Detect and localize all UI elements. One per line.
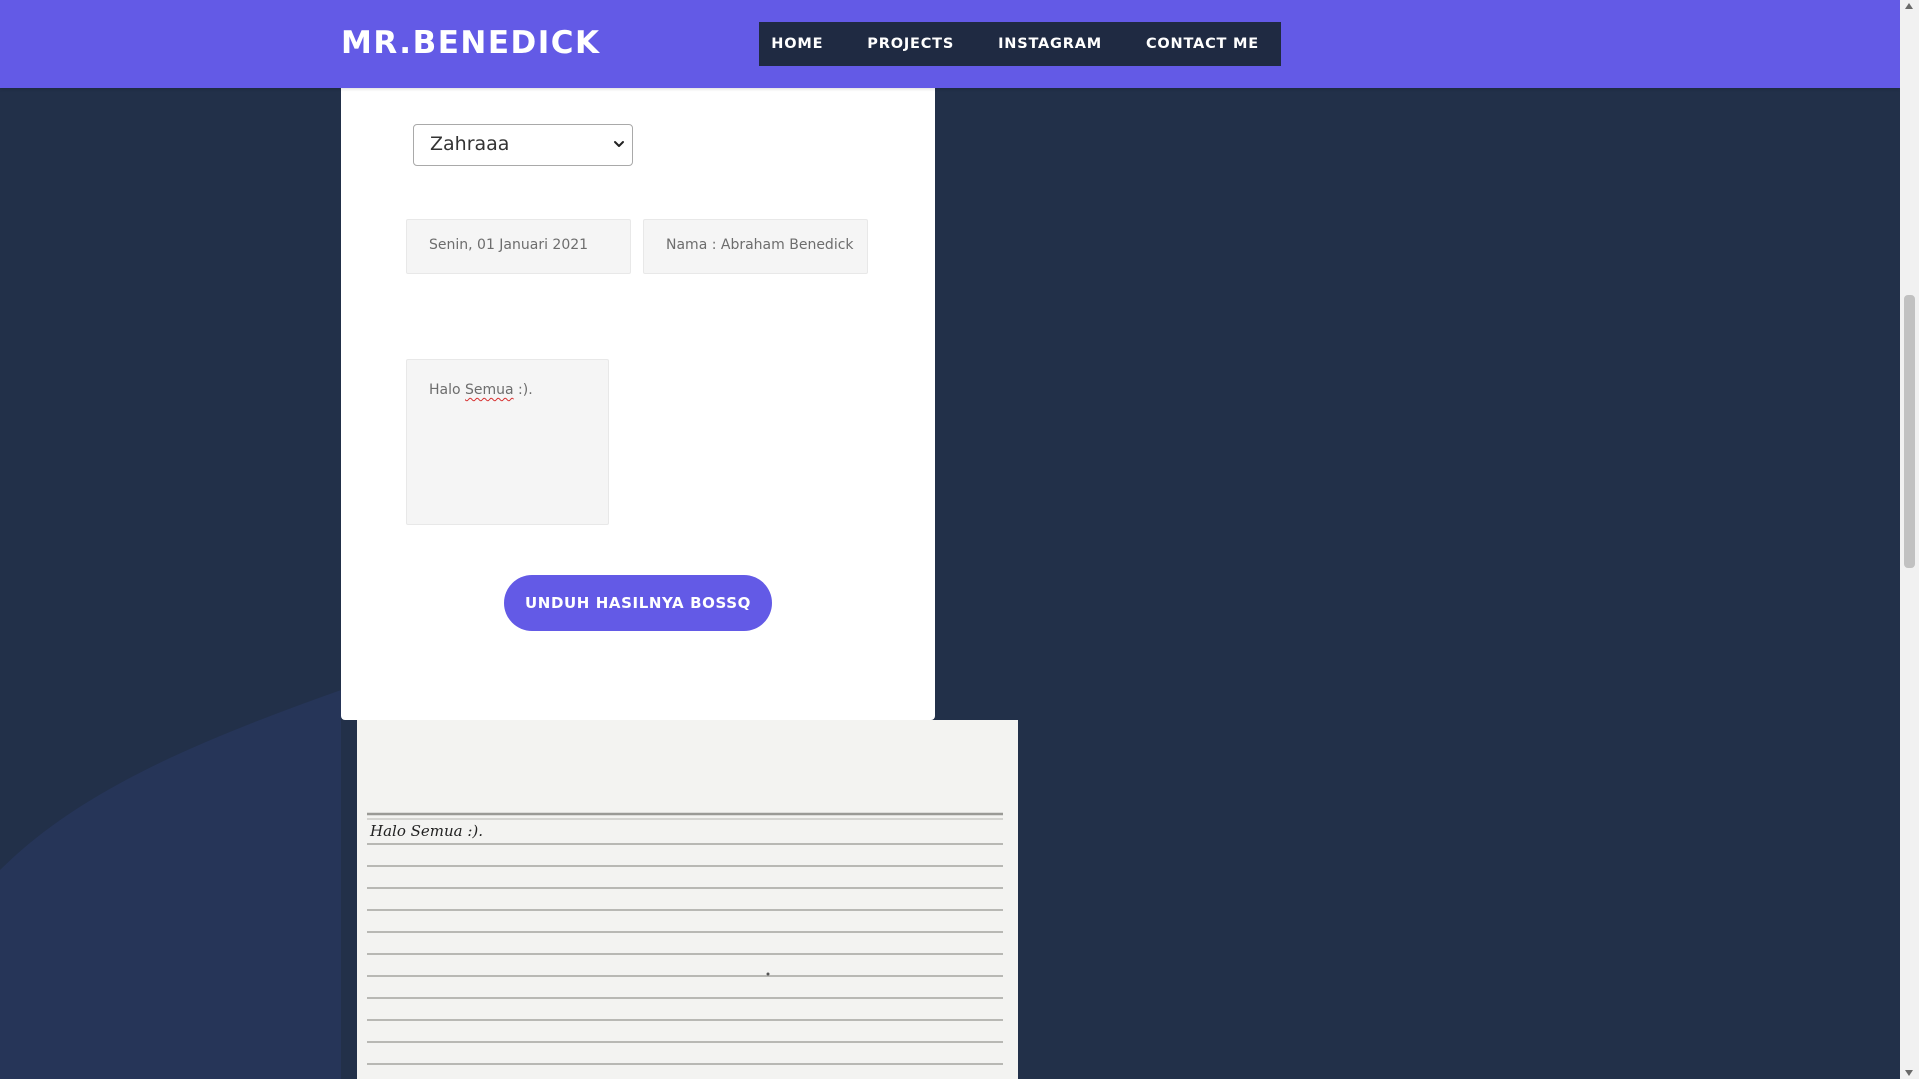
scrollbar-thumb[interactable] bbox=[1904, 295, 1915, 568]
ruled-paper-lines bbox=[357, 720, 1018, 1079]
nav-link-projects[interactable]: PROJECTS bbox=[867, 36, 954, 52]
brand-logo[interactable]: MR.BENEDICK bbox=[341, 23, 601, 63]
nav-menu: HOME PROJECTS INSTAGRAM CONTACT ME bbox=[759, 22, 1281, 66]
spellcheck-word: Semua bbox=[465, 382, 514, 398]
handwriting-preview: Halo Semua :). bbox=[357, 720, 1018, 1079]
scroll-down-arrow-icon[interactable] bbox=[1905, 1070, 1913, 1076]
handwritten-text: Halo Semua :). bbox=[370, 822, 484, 840]
page-scrollbar[interactable] bbox=[1900, 0, 1919, 1079]
message-textarea[interactable]: Halo Semua :). bbox=[406, 359, 609, 525]
font-select[interactable]: Zahraaa bbox=[413, 124, 633, 166]
nav-link-instagram[interactable]: INSTAGRAM bbox=[998, 36, 1102, 52]
download-button[interactable]: UNDUH HASILNYA BOSSQ bbox=[504, 575, 772, 631]
date-input[interactable]: Senin, 01 Januari 2021 bbox=[406, 219, 631, 274]
navbar: MR.BENEDICK HOME PROJECTS INSTAGRAM CONT… bbox=[0, 0, 1900, 88]
scroll-up-arrow-icon[interactable] bbox=[1905, 3, 1913, 9]
message-text-end: :). bbox=[513, 382, 533, 398]
name-input-value: Nama : Abraham Benedick bbox=[666, 237, 854, 253]
font-select-value: Zahraaa bbox=[430, 133, 510, 155]
form-card: Zahraaa Senin, 01 Januari 2021 Nama : Ab… bbox=[341, 60, 935, 720]
nav-link-home[interactable]: HOME bbox=[771, 36, 823, 52]
date-input-value: Senin, 01 Januari 2021 bbox=[429, 237, 589, 253]
name-input[interactable]: Nama : Abraham Benedick bbox=[643, 219, 868, 274]
chevron-down-icon bbox=[614, 141, 624, 147]
message-text-start: Halo bbox=[429, 382, 466, 398]
message-text: Halo Semua :). bbox=[429, 382, 533, 398]
nav-link-contact-me[interactable]: CONTACT ME bbox=[1146, 36, 1259, 52]
